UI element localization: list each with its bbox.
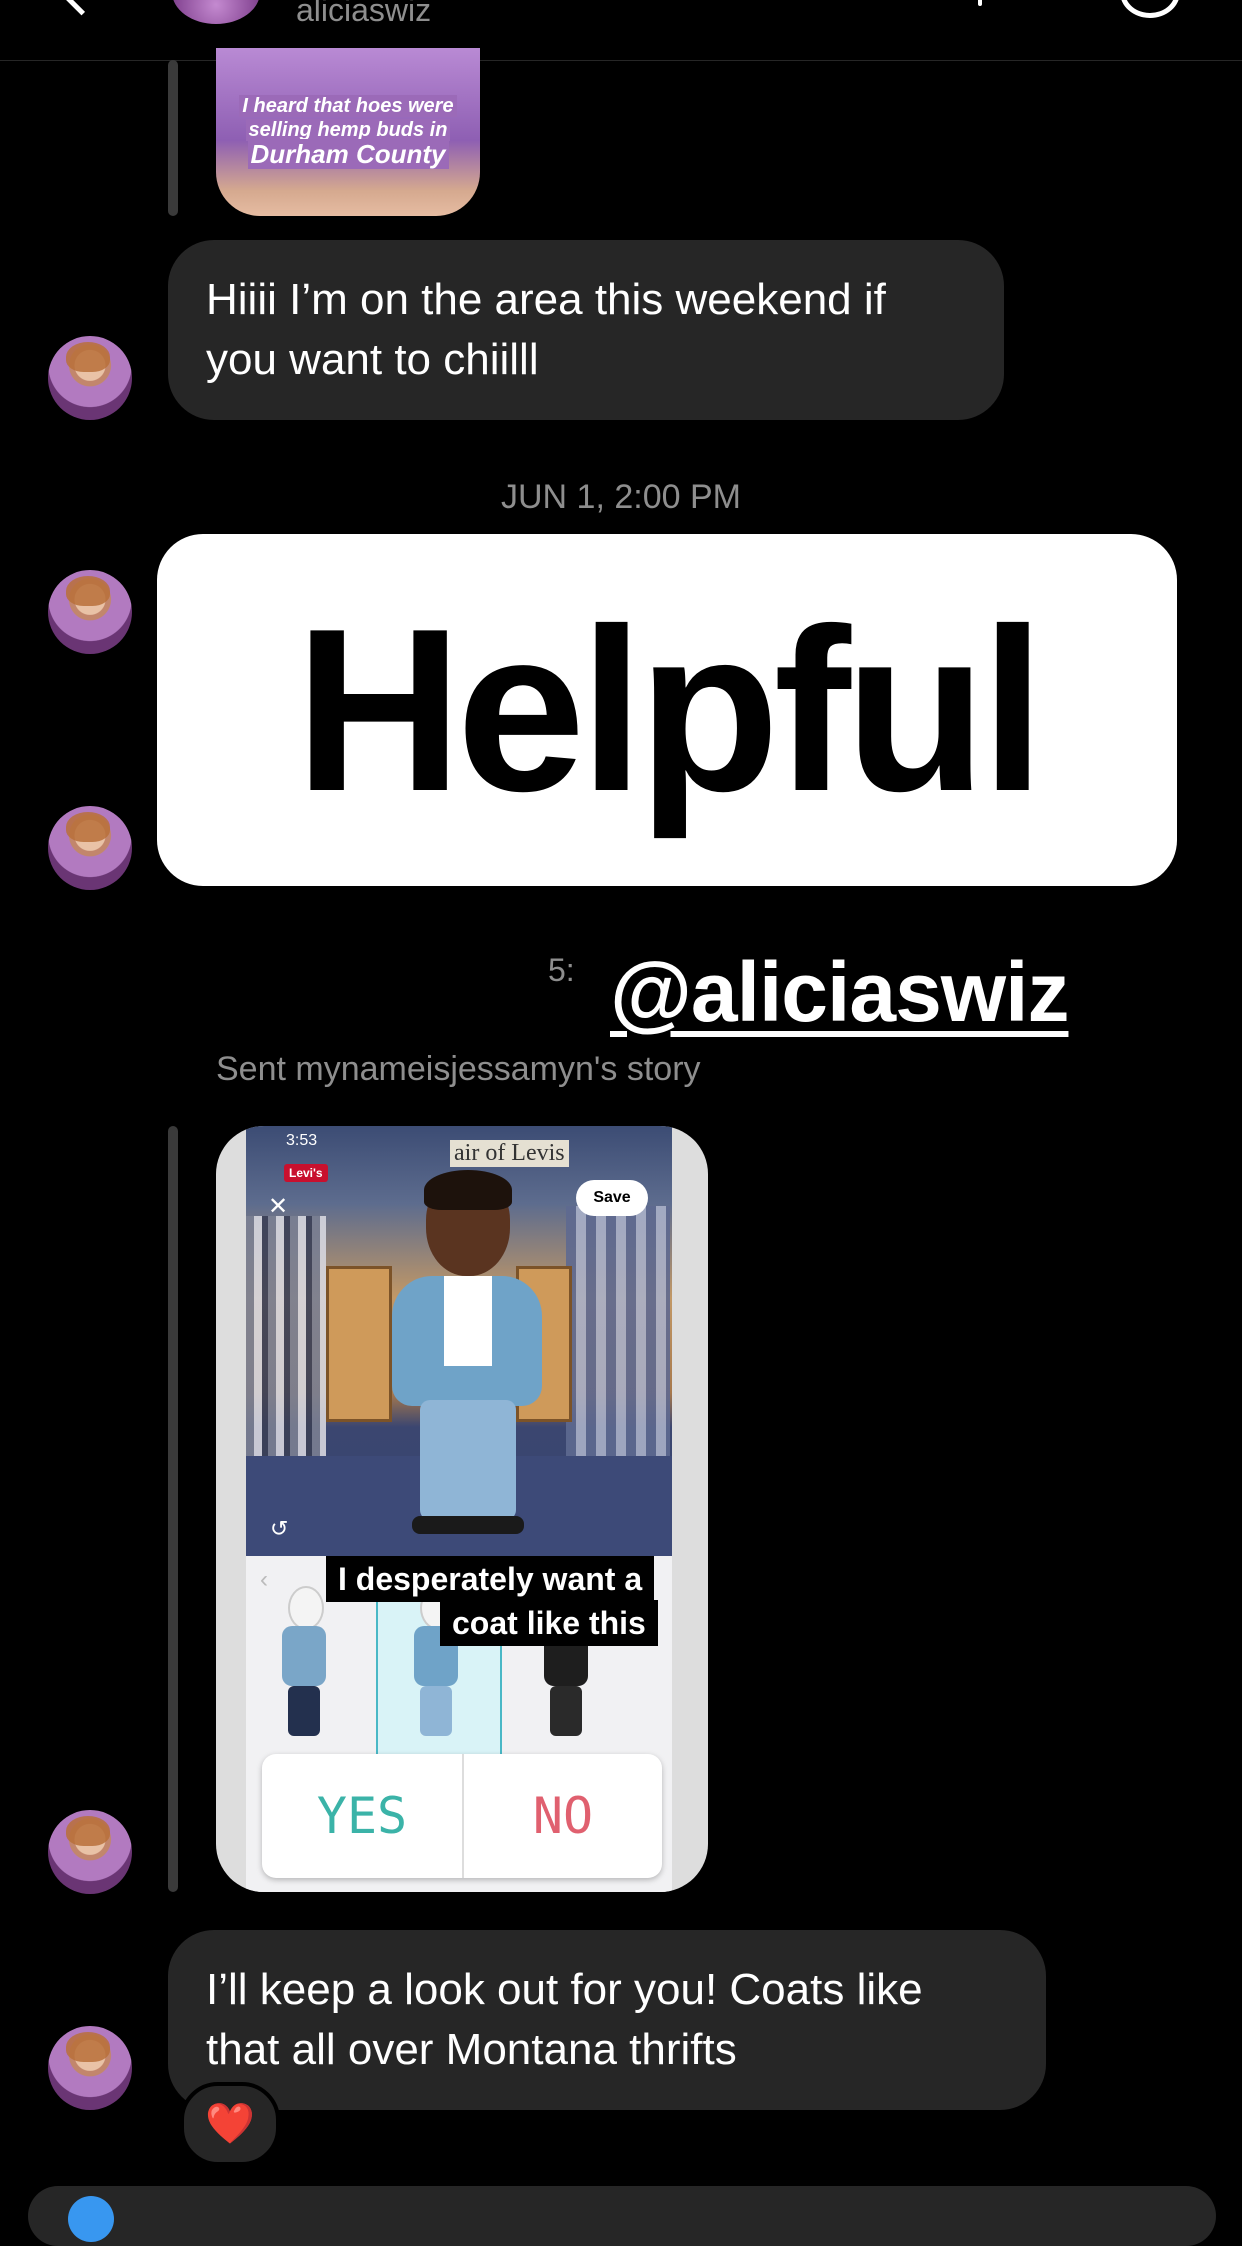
message-timestamp: JUN 1, 2:00 PM: [501, 478, 741, 516]
mention-text[interactable]: @aliciaswiz: [610, 944, 1069, 1041]
save-button: Save: [576, 1180, 648, 1216]
story-caption: I heard that hoes were selling hemp buds…: [228, 94, 468, 169]
message-bubble[interactable]: I’ll keep a look out for you! Coats like…: [168, 1930, 1046, 2110]
store-sign: air of Levis: [450, 1140, 569, 1167]
sender-avatar[interactable]: [48, 806, 132, 890]
sender-avatar[interactable]: [48, 570, 132, 654]
scene-wall: [246, 1216, 326, 1476]
poll-option-yes: YES: [316, 1787, 408, 1845]
story-caption-line: coat like this: [440, 1600, 658, 1646]
header-username[interactable]: aliciaswiz: [296, 0, 431, 29]
sticker-text: Helpful: [294, 580, 1045, 840]
story-thumbnail[interactable]: I heard that hoes were selling hemp buds…: [216, 48, 480, 216]
call-icon[interactable]: [978, 0, 982, 6]
bitmoji-character: [376, 1170, 556, 1536]
undo-icon: ↺: [270, 1516, 289, 1541]
message-bubble[interactable]: Hiiii I’m on the area this weekend if yo…: [168, 240, 1004, 420]
camera-icon[interactable]: [68, 2196, 114, 2242]
brand-logo: Levi's: [284, 1164, 328, 1182]
sender-avatar[interactable]: [48, 336, 132, 420]
sender-avatar[interactable]: [48, 2026, 132, 2110]
story-status-time: 3:53: [286, 1132, 318, 1149]
heart-reaction-icon[interactable]: ❤️: [180, 2082, 280, 2166]
sender-avatar[interactable]: [48, 1810, 132, 1894]
partial-time-text: 5:: [548, 952, 575, 988]
sent-story-label: Sent mynameisjessamyn's story: [216, 1050, 701, 1088]
poll-sticker: YES NO: [262, 1754, 662, 1878]
reply-thread-line: [168, 60, 178, 216]
poll-option-no: NO: [532, 1787, 594, 1845]
message-composer[interactable]: [28, 2186, 1216, 2246]
close-icon: ✕: [268, 1193, 289, 1220]
shared-story-card[interactable]: 3:53 Levi's air of Levis ✕ Save ↺ ‹ I de…: [216, 1126, 708, 1892]
chevron-left-icon: ‹: [260, 1566, 268, 1593]
helpful-sticker[interactable]: Helpful: [157, 534, 1177, 886]
reply-thread-line: [168, 1126, 178, 1892]
outfit-option: [274, 1586, 334, 1746]
story-caption-line: I desperately want a: [326, 1556, 655, 1602]
